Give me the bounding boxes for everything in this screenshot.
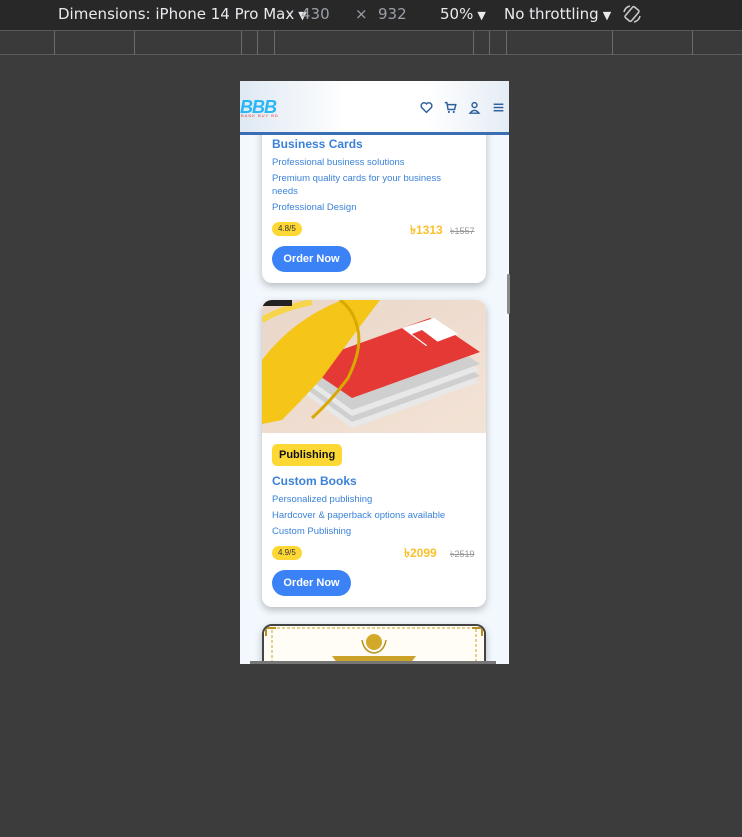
card-category: Custom Publishing — [272, 526, 352, 537]
card-description: Premium quality cards for your business — [272, 173, 441, 184]
caret-down-icon: ▼ — [477, 9, 486, 22]
throttling-dropdown[interactable]: No throttling ▼ — [504, 5, 611, 23]
certificate-product-image[interactable] — [264, 626, 484, 664]
horizontal-scrollbar[interactable] — [250, 661, 496, 664]
card-subtitle: Professional business solutions — [272, 157, 405, 168]
product-card-business-cards: Business Cards Professional business sol… — [262, 111, 486, 283]
throttling-label: No throttling — [504, 5, 599, 23]
order-now-button[interactable]: Order Now — [272, 246, 351, 272]
zoom-dropdown[interactable]: 50% ▼ — [440, 5, 486, 23]
menu-icon[interactable] — [492, 101, 505, 114]
card-category: Professional Design — [272, 202, 357, 213]
current-price: ৳1313 — [410, 223, 443, 237]
zoom-label: 50% — [440, 5, 474, 23]
dimensions-label: Dimensions: iPhone 14 Pro Max — [58, 5, 295, 23]
caret-down-icon: ▼ — [602, 9, 612, 22]
dimensions-dropdown[interactable]: Dimensions: iPhone 14 Pro Max ▼ — [58, 5, 307, 23]
device-viewport: BBB BANK BUY BD Business Cards Professio… — [240, 81, 509, 664]
current-price: ৳2099 — [404, 546, 437, 560]
width-input[interactable]: 430 — [301, 5, 330, 23]
devtools-device-toolbar: Dimensions: iPhone 14 Pro Max ▼ 430 × 932… — [0, 0, 742, 30]
card-title[interactable]: Business Cards — [272, 137, 363, 151]
old-price: ৳2519 — [450, 549, 475, 559]
media-query-ruler — [0, 30, 742, 55]
product-card-certificate — [262, 624, 486, 664]
user-icon[interactable] — [468, 101, 481, 114]
card-subtitle: Personalized publishing — [272, 494, 373, 505]
card-description-cont: needs — [272, 186, 298, 197]
cart-icon[interactable] — [444, 101, 457, 114]
card-description: Hardcover & paperback options available — [272, 510, 446, 521]
card-title[interactable]: Custom Books — [272, 474, 357, 488]
book-product-image[interactable] — [262, 300, 486, 433]
times-symbol: × — [355, 5, 368, 23]
heart-icon[interactable] — [420, 101, 433, 114]
site-logo[interactable]: BBB BANK BUY BD — [240, 97, 279, 121]
product-card-custom-books: Publishing Custom Books Personalized pub… — [262, 300, 486, 607]
height-input[interactable]: 932 — [378, 5, 407, 23]
rotate-icon[interactable] — [621, 3, 643, 25]
viewport-scrollbar-thumb[interactable] — [507, 274, 510, 314]
old-price: ৳1557 — [450, 226, 475, 236]
rating-badge: 4.8/5 — [272, 222, 302, 236]
rating-badge: 4.9/5 — [272, 546, 302, 560]
site-header: BBB BANK BUY BD — [240, 81, 509, 135]
order-now-button[interactable]: Order Now — [272, 570, 351, 596]
category-badge: Publishing — [272, 444, 343, 466]
logo-subtext: BANK BUY BD — [241, 113, 279, 118]
